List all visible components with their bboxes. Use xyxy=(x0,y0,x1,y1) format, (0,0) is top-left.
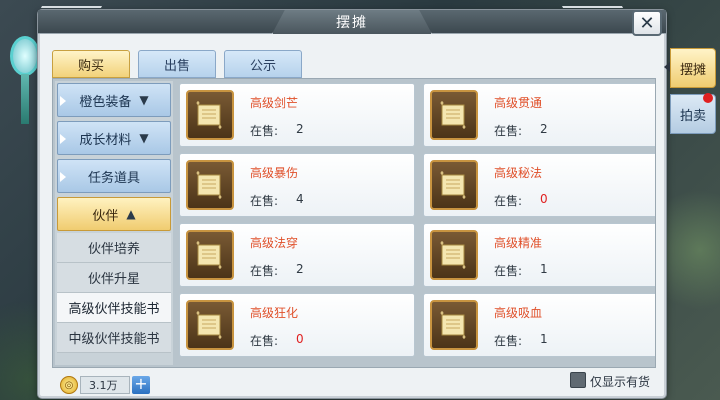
scroll-icon xyxy=(186,160,234,210)
tab-sell[interactable]: 出售 xyxy=(138,50,216,78)
item-stock-label: 在售: xyxy=(250,264,279,278)
item-stock-count: 2 xyxy=(540,122,548,136)
coin-icon: ◎ xyxy=(60,376,78,394)
subcategory-partner-training[interactable]: 伙伴培养 xyxy=(57,233,171,263)
item-name: 高级贯通 xyxy=(494,96,543,110)
item-grid: 高级剑芒 在售: 2 高级贯通 在售: 2 高级暴伤 在售: 4 高级秘法 在售: 0 高级法穿 在售: 2… xyxy=(177,81,655,365)
scroll-icon xyxy=(186,300,234,350)
scroll-icon xyxy=(430,300,478,350)
item-stock-label: 在售: xyxy=(250,124,279,138)
item-stock-count: 1 xyxy=(540,262,548,276)
tab-buy[interactable]: 购买 xyxy=(52,50,130,78)
scroll-icon xyxy=(430,230,478,280)
close-button[interactable]: ✕ xyxy=(632,10,662,36)
item-card[interactable]: 高级吸血在售: 1 xyxy=(423,293,655,357)
title-plate: 摆摊 xyxy=(272,10,432,34)
item-stock-count: 2 xyxy=(296,262,304,276)
money-display: 3.1万 xyxy=(80,376,130,394)
item-card[interactable]: 高级秘法在售: 0 xyxy=(423,153,655,217)
category-label: 成长材料 xyxy=(79,132,132,148)
side-tab-label: 拍卖 xyxy=(679,108,706,124)
item-card[interactable]: 高级狂化在售: 0 xyxy=(179,293,415,357)
ornament-tassel xyxy=(21,74,29,124)
category-orange-equipment[interactable]: 橙色装备 ▼ xyxy=(57,83,171,117)
item-stock-label: 在售: xyxy=(494,264,523,278)
item-name: 高级精准 xyxy=(494,236,543,250)
triangle-icon xyxy=(60,96,66,106)
item-card[interactable]: 高级贯通在售: 2 xyxy=(423,83,655,147)
item-stock-count: 4 xyxy=(296,192,304,206)
item-stock-label: 在售: xyxy=(494,194,523,208)
scroll-icon xyxy=(430,160,478,210)
item-name: 高级剑芒 xyxy=(250,96,299,110)
close-icon: ✕ xyxy=(639,12,655,34)
subcategory-advanced-skill-book[interactable]: 高级伙伴技能书 xyxy=(57,293,171,323)
stall-window: 摆摊 ✕ 购买 出售 公示 橙色装备 ▼ 成长材料 ▼ 任务道具 伙伴 ▲ 伙伴… xyxy=(33,6,666,398)
side-tab-auction[interactable]: 拍卖 xyxy=(670,93,716,134)
in-stock-only-label: 仅显示有货 xyxy=(590,375,651,389)
title-bar: 摆摊 ✕ xyxy=(33,6,666,36)
chevron-down-icon: ▼ xyxy=(139,131,149,145)
category-label: 伙伴 xyxy=(92,208,119,224)
tab-bar: 购买 出售 公示 xyxy=(52,50,302,78)
category-growth-material[interactable]: 成长材料 ▼ xyxy=(57,121,171,155)
item-stock-label: 在售: xyxy=(250,194,279,208)
title-wing-left xyxy=(33,6,103,20)
item-stock-count: 1 xyxy=(540,332,548,346)
item-name: 高级秘法 xyxy=(494,166,543,180)
jade-ornament-icon xyxy=(10,36,40,76)
subcategory-partner-star[interactable]: 伙伴升星 xyxy=(57,263,171,293)
category-quest-items[interactable]: 任务道具 xyxy=(57,159,171,193)
side-tab-stall[interactable]: 摆摊 xyxy=(670,48,716,88)
item-card[interactable]: 高级暴伤在售: 4 xyxy=(179,153,415,217)
scroll-icon xyxy=(186,90,234,140)
chevron-down-icon: ▼ xyxy=(139,93,149,107)
item-stock-label: 在售: xyxy=(494,334,523,348)
category-label: 任务道具 xyxy=(87,170,140,186)
item-stock-count: 0 xyxy=(296,332,304,346)
window-title: 摆摊 xyxy=(336,15,368,31)
item-card[interactable]: 高级精准在售: 1 xyxy=(423,223,655,287)
triangle-icon xyxy=(60,172,66,182)
category-sidebar: 橙色装备 ▼ 成长材料 ▼ 任务道具 伙伴 ▲ 伙伴培养 伙伴升星 高级伙伴技能… xyxy=(55,81,173,365)
item-name: 高级法穿 xyxy=(250,236,299,250)
subcategory-intermediate-skill-book[interactable]: 中级伙伴技能书 xyxy=(57,323,171,353)
item-stock-label: 在售: xyxy=(250,334,279,348)
notification-dot xyxy=(703,93,713,103)
category-partner[interactable]: 伙伴 ▲ xyxy=(57,197,171,231)
title-wing-right xyxy=(561,6,631,20)
item-card[interactable]: 高级剑芒在售: 2 xyxy=(179,83,415,147)
chevron-up-icon: ▲ xyxy=(126,207,136,221)
scroll-icon xyxy=(186,230,234,280)
item-stock-count: 2 xyxy=(296,122,304,136)
item-card[interactable]: 高级法穿在售: 2 xyxy=(179,223,415,287)
scroll-icon xyxy=(430,90,478,140)
item-name: 高级狂化 xyxy=(250,306,299,320)
triangle-icon xyxy=(60,134,66,144)
content-area: 橙色装备 ▼ 成长材料 ▼ 任务道具 伙伴 ▲ 伙伴培养 伙伴升星 高级伙伴技能… xyxy=(52,78,656,368)
item-stock-label: 在售: xyxy=(494,124,523,138)
item-name: 高级吸血 xyxy=(494,306,543,320)
add-money-button[interactable]: + xyxy=(132,376,150,394)
category-label: 橙色装备 xyxy=(79,94,132,110)
in-stock-only-checkbox[interactable] xyxy=(570,372,586,388)
item-name: 高级暴伤 xyxy=(250,166,299,180)
item-stock-count: 0 xyxy=(540,192,548,206)
tab-public[interactable]: 公示 xyxy=(224,50,302,78)
